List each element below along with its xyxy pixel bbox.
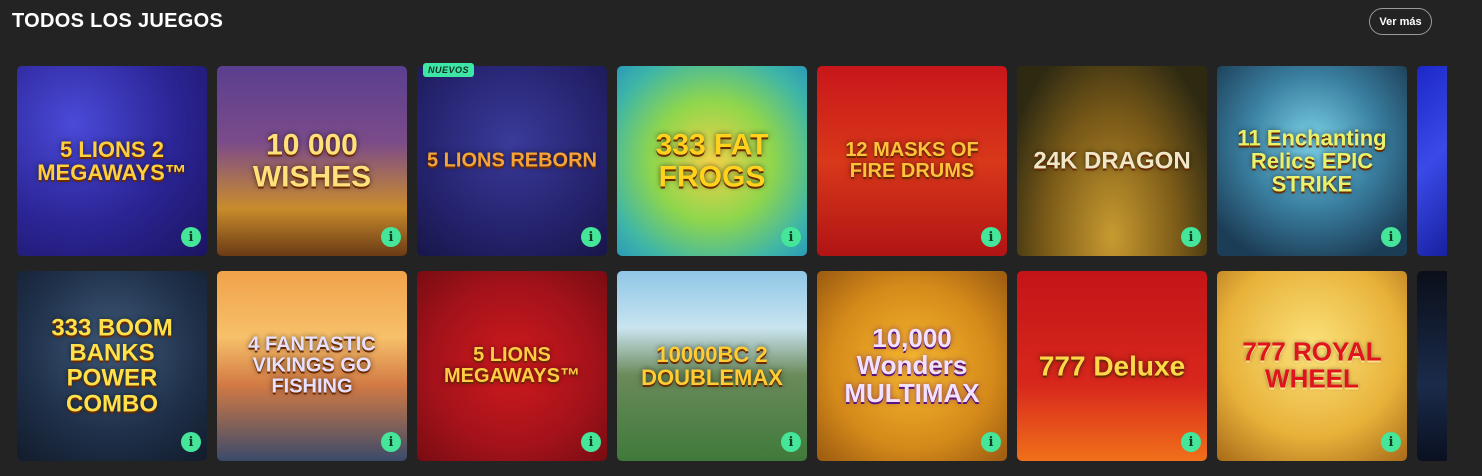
info-icon[interactable]: i [581,432,601,452]
game-tile[interactable]: 10 000 WISHES i [217,66,407,256]
game-tile[interactable]: 777 ROYAL WHEEL i [1217,271,1407,461]
game-tile[interactable]: 333 FAT FROGS i [617,66,807,256]
game-logo: 10,000 Wonders MULTIMAX [844,323,980,408]
info-icon[interactable]: i [981,227,1001,247]
info-icon[interactable]: i [181,227,201,247]
game-logo: 10000BC 2 DOUBLEMAX [641,341,783,390]
game-logo: 777 Deluxe [1038,350,1186,382]
game-tile[interactable]: 12 MASKS OF FIRE DRUMS i [817,66,1007,256]
game-logo: 24K DRAGON [1033,147,1191,175]
game-tile[interactable]: 5 LIONS 2 MEGAWAYS™ i [17,66,207,256]
info-icon[interactable]: i [1181,227,1201,247]
section-title: TODOS LOS JUEGOS [12,10,224,32]
next-game-tile-peek[interactable] [1417,271,1447,461]
next-game-tile-peek[interactable] [1417,66,1447,256]
game-tile[interactable]: 333 BOOM BANKS POWER COMBO i [17,271,207,461]
game-logo: 333 FAT FROGS [655,128,769,193]
game-logo: 5 LIONS 2 MEGAWAYS™ [37,136,187,185]
game-tile[interactable]: 5 LIONS REBORN NUEVOS i [417,63,607,256]
game-logo: 11 Enchanting Relics EPIC STRIKE [1237,125,1387,197]
game-logo: 12 MASKS OF FIRE DRUMS [845,139,979,182]
game-logo: 777 ROYAL WHEEL [1242,336,1382,394]
game-tile[interactable]: 10000BC 2 DOUBLEMAX i [617,271,807,461]
game-logo: 333 BOOM BANKS POWER COMBO [51,314,173,418]
info-icon[interactable]: i [1381,432,1401,452]
game-tile[interactable]: 777 Deluxe i [1017,271,1207,461]
game-tile[interactable]: 11 Enchanting Relics EPIC STRIKE i [1217,66,1407,256]
info-icon[interactable]: i [381,227,401,247]
info-icon[interactable]: i [781,432,801,452]
see-more-button[interactable]: Ver más [1369,8,1432,35]
game-logo: 10 000 WISHES [252,128,372,193]
game-tile[interactable]: 5 LIONS MEGAWAYS™ i [417,271,607,461]
info-icon[interactable]: i [581,227,601,247]
game-logo: 5 LIONS REBORN [426,149,598,172]
info-icon[interactable]: i [381,432,401,452]
info-icon[interactable]: i [1181,432,1201,452]
new-badge: NUEVOS [423,63,475,77]
game-tile[interactable]: 4 FANTASTIC VIKINGS GO FISHING i [217,271,407,461]
info-icon[interactable]: i [1381,227,1401,247]
game-logo: 5 LIONS MEGAWAYS™ [444,344,580,387]
info-icon[interactable]: i [181,432,201,452]
info-icon[interactable]: i [981,432,1001,452]
game-tile[interactable]: 24K DRAGON i [1017,66,1207,256]
info-icon[interactable]: i [781,227,801,247]
game-logo: 4 FANTASTIC VIKINGS GO FISHING [248,333,376,398]
game-tile[interactable]: 10,000 Wonders MULTIMAX i [817,271,1007,461]
